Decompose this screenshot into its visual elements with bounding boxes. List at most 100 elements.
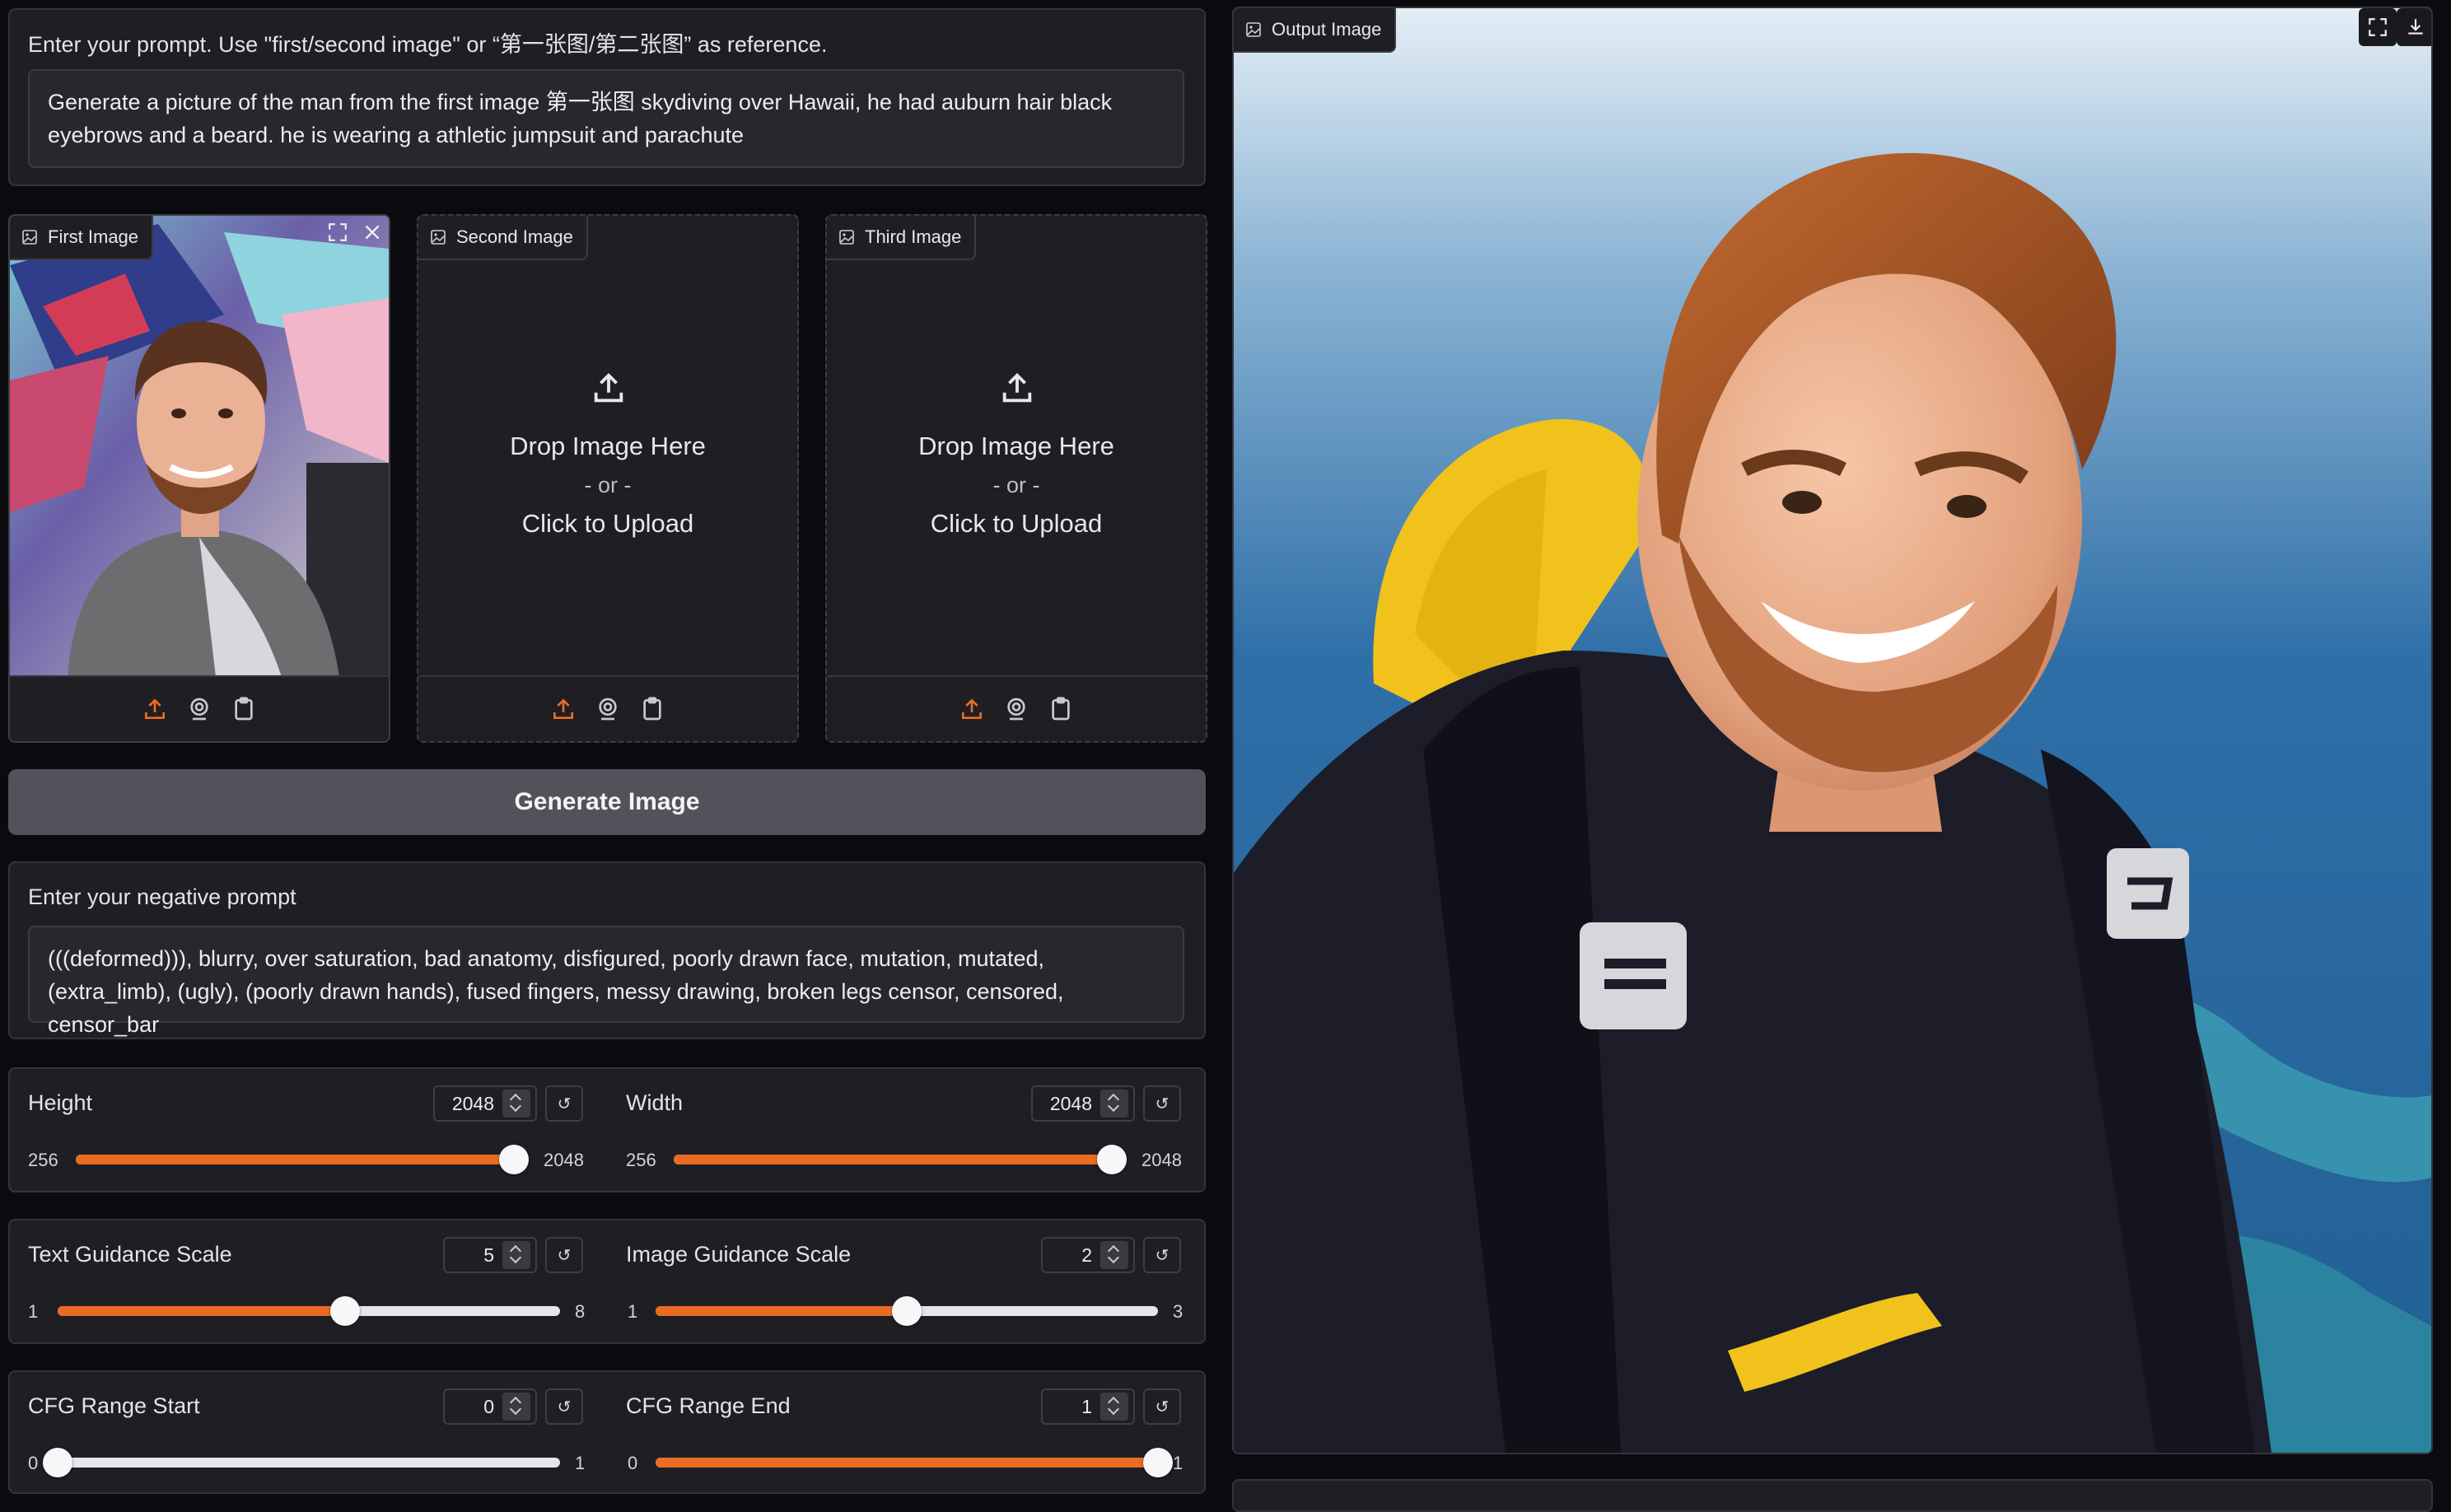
fullscreen-icon [329, 223, 347, 241]
height-reset-button[interactable]: ↺ [545, 1085, 583, 1122]
width-slider-thumb[interactable] [1097, 1145, 1127, 1174]
fullscreen-button[interactable] [321, 216, 354, 249]
second-image-upload[interactable]: Second Image Drop Image Here - or - Clic… [417, 214, 799, 743]
third-image-label: Third Image [865, 226, 962, 247]
text-guidance-max: 8 [575, 1301, 586, 1322]
cfg-start-max: 1 [575, 1453, 586, 1473]
text-guidance-slider[interactable] [58, 1296, 560, 1326]
output-fullscreen-button[interactable] [2359, 8, 2397, 46]
third-image-upload[interactable]: Third Image Drop Image Here - or - Click… [825, 214, 1207, 743]
height-slider-thumb[interactable] [499, 1145, 529, 1174]
webcam-icon[interactable] [186, 696, 212, 722]
prompt-panel: Enter your prompt. Use "first/second ima… [8, 8, 1206, 186]
image-guidance-slider[interactable] [656, 1296, 1158, 1326]
click-to-upload-text: Click to Upload [521, 509, 694, 538]
first-image-upload[interactable]: First Image [8, 214, 390, 743]
cfg-start-slider[interactable] [43, 1448, 560, 1477]
cfg-end-reset-button[interactable]: ↺ [1143, 1388, 1181, 1425]
upload-icon[interactable] [142, 696, 168, 722]
cfg-start-slider-thumb[interactable] [43, 1448, 72, 1477]
text-guidance-number-input[interactable]: 5 [443, 1237, 537, 1273]
uploaded-photo [10, 216, 389, 677]
width-number-input[interactable]: 2048 [1031, 1085, 1135, 1122]
width-spinner[interactable] [1100, 1090, 1128, 1118]
width-slider[interactable] [674, 1145, 1127, 1174]
text-guidance-slider-thumb[interactable] [329, 1296, 360, 1326]
guidance-sliders-panel: Text Guidance Scale 5 ↺ 1 8 Image Guidan… [8, 1219, 1206, 1344]
cfg-end-number-input[interactable]: 1 [1041, 1388, 1135, 1425]
image-icon [431, 230, 446, 245]
image-guidance-number-input[interactable]: 2 [1041, 1237, 1135, 1273]
upload-icon [594, 372, 623, 403]
cfg-end-value: 1 [1081, 1395, 1092, 1417]
webcam-icon[interactable] [1003, 696, 1029, 722]
text-guidance-spinner[interactable] [502, 1241, 530, 1269]
image-icon [839, 230, 854, 245]
second-image-tag: Second Image [418, 216, 588, 260]
clipboard-icon[interactable] [1048, 696, 1074, 722]
cfg-start-spinner[interactable] [502, 1393, 530, 1421]
text-guidance-value: 5 [483, 1244, 494, 1266]
text-guidance-reset-button[interactable]: ↺ [545, 1237, 583, 1273]
drop-text: Drop Image Here [510, 432, 706, 460]
upload-icon[interactable] [550, 696, 577, 722]
image-guidance-min: 1 [628, 1301, 638, 1322]
cfg-end-slider-fill [656, 1458, 1158, 1468]
width-max: 2048 [1141, 1150, 1182, 1170]
first-image-toolbar [10, 675, 389, 741]
image-icon [22, 230, 37, 245]
image-guidance-spinner[interactable] [1100, 1241, 1128, 1269]
cfg-start-reset-button[interactable]: ↺ [545, 1388, 583, 1425]
generate-image-button[interactable]: Generate Image [8, 769, 1206, 835]
height-spinner[interactable] [502, 1090, 530, 1118]
cfg-end-slider[interactable] [656, 1448, 1173, 1477]
output-footer-panel [1232, 1479, 2433, 1512]
width-slider-fill [674, 1155, 1112, 1164]
image-guidance-slider-thumb[interactable] [892, 1296, 922, 1326]
image-icon [1246, 22, 1261, 37]
clipboard-icon[interactable] [639, 696, 665, 722]
height-slider[interactable] [76, 1145, 529, 1174]
prompt-input[interactable]: Generate a picture of the man from the f… [28, 69, 1184, 168]
upload-icon [1002, 372, 1032, 403]
prompt-label: Enter your prompt. Use "first/second ima… [28, 32, 828, 57]
cfg-start-label: CFG Range Start [28, 1393, 200, 1418]
height-value: 2048 [451, 1092, 494, 1114]
image-guidance-reset-button[interactable]: ↺ [1143, 1237, 1181, 1273]
image-guidance-max: 3 [1173, 1301, 1183, 1322]
output-download-button[interactable] [2397, 8, 2431, 46]
negative-prompt-panel: Enter your negative prompt (((deformed))… [8, 861, 1206, 1039]
output-image-panel: Output Image [1232, 7, 2433, 1454]
cfg-start-value: 0 [483, 1395, 494, 1417]
width-reset-button[interactable]: ↺ [1143, 1085, 1181, 1122]
width-min: 256 [626, 1150, 656, 1170]
width-value: 2048 [1049, 1092, 1092, 1114]
output-image-tag: Output Image [1234, 8, 1397, 53]
cfg-end-max: 1 [1173, 1453, 1183, 1473]
close-icon [365, 225, 380, 240]
third-image-toolbar [827, 675, 1206, 741]
image-guidance-value: 2 [1081, 1244, 1092, 1266]
height-label: Height [28, 1090, 93, 1115]
output-image-label: Output Image [1272, 19, 1382, 40]
size-sliders-panel: Height 2048 ↺ 256 2048 Width 2048 ↺ 256 … [8, 1067, 1206, 1192]
cfg-end-spinner[interactable] [1100, 1393, 1128, 1421]
cfg-start-number-input[interactable]: 0 [443, 1388, 537, 1425]
cfg-end-slider-thumb[interactable] [1143, 1448, 1173, 1477]
drop-text: Drop Image Here [918, 432, 1114, 460]
click-to-upload-text: Click to Upload [930, 509, 1103, 538]
clipboard-icon[interactable] [231, 696, 257, 722]
fullscreen-icon [2369, 18, 2387, 36]
webcam-icon[interactable] [595, 696, 621, 722]
height-number-input[interactable]: 2048 [433, 1085, 537, 1122]
width-label: Width [626, 1090, 684, 1115]
first-image-tag: First Image [10, 216, 154, 260]
second-image-toolbar [418, 675, 797, 741]
output-photo [1234, 8, 2431, 1453]
upload-icon[interactable] [959, 696, 985, 722]
image-guidance-label: Image Guidance Scale [626, 1242, 852, 1267]
negative-prompt-input[interactable]: (((deformed))), blurry, over saturation,… [28, 926, 1184, 1037]
third-image-tag: Third Image [827, 216, 977, 260]
remove-image-button[interactable] [356, 216, 389, 249]
text-guidance-label: Text Guidance Scale [28, 1242, 232, 1267]
